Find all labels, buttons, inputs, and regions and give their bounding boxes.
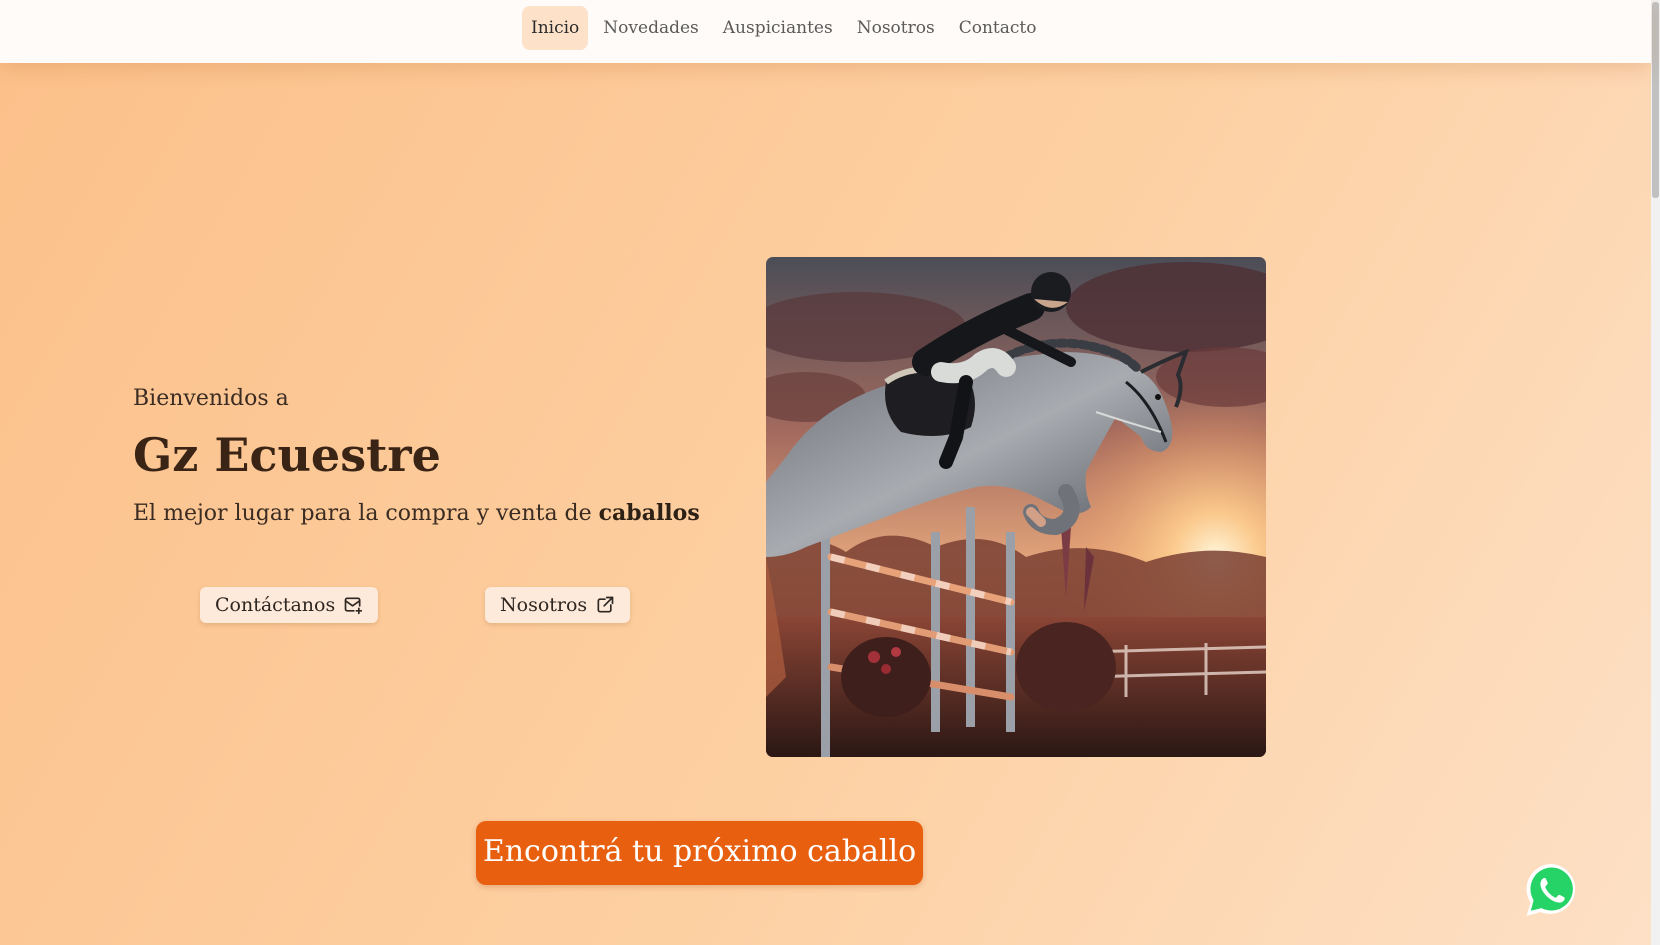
about-button[interactable]: Nosotros [485,587,631,623]
horse-jumping-photo [766,257,1266,757]
nav-links: Inicio Novedades Auspiciantes Nosotros C… [522,6,1051,50]
whatsapp-icon [1526,863,1576,916]
contact-button-label: Contáctanos [215,594,336,616]
brand-title: Gz Ecuestre [133,428,441,482]
tagline-highlight: caballos [598,500,700,526]
external-link-icon [595,595,615,615]
top-navbar: Inicio Novedades Auspiciantes Nosotros C… [0,0,1651,63]
page-scrollbar[interactable] [1651,0,1660,945]
nav-item-auspiciantes[interactable]: Auspiciantes [714,6,842,50]
whatsapp-button[interactable] [1523,861,1581,919]
mail-plus-icon [343,595,363,615]
welcome-text: Bienvenidos a [133,386,289,411]
nav-item-contacto[interactable]: Contacto [950,6,1046,50]
about-button-label: Nosotros [500,594,588,616]
nav-item-nosotros[interactable]: Nosotros [848,6,944,50]
contact-button[interactable]: Contáctanos [200,587,379,623]
tagline: El mejor lugar para la compra y venta de… [133,500,700,526]
scrollbar-thumb[interactable] [1652,2,1659,198]
nav-item-inicio[interactable]: Inicio [522,6,589,50]
hero-text: Bienvenidos a Gz Ecuestre El mejor lugar… [133,386,700,526]
tagline-text: El mejor lugar para la compra y venta de [133,501,599,526]
nav-item-novedades[interactable]: Novedades [594,6,707,50]
find-horse-button[interactable]: Encontrá tu próximo caballo [476,821,923,885]
